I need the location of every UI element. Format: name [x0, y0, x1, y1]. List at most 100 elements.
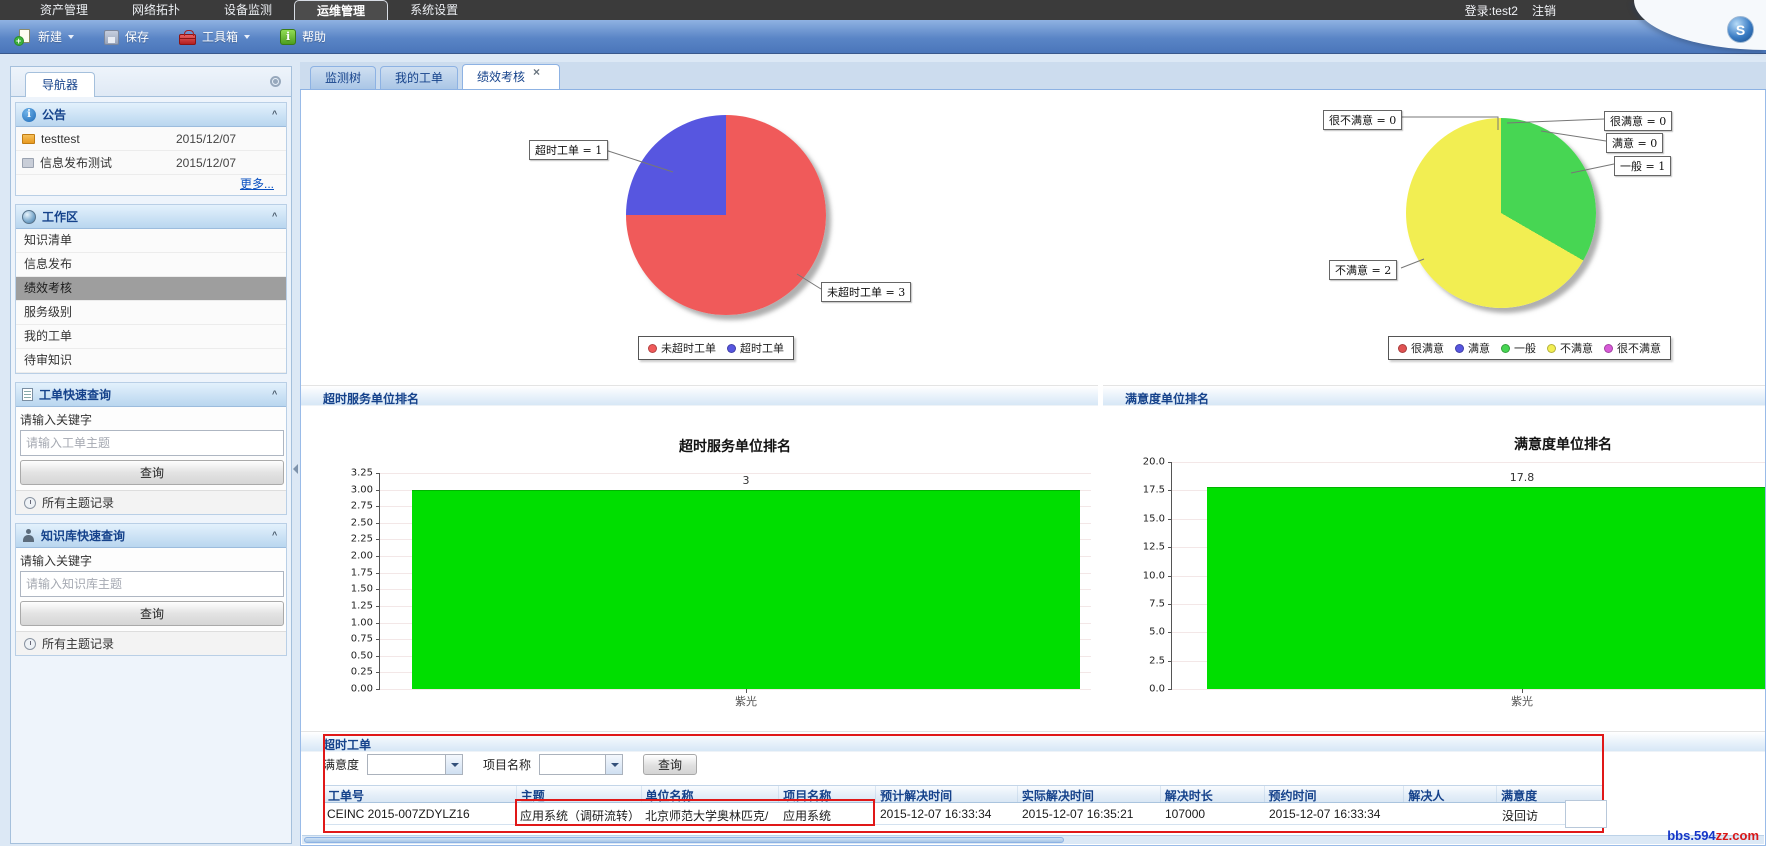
new-button[interactable]: 新建	[14, 28, 74, 46]
workspace-item-绩效考核[interactable]: 绩效考核	[16, 277, 286, 301]
knowledge-search-button[interactable]: 查询	[20, 601, 284, 626]
save-button[interactable]: 保存	[104, 28, 149, 45]
satisfaction-bar-chart-plot[interactable]: 20.017.515.012.510.07.55.02.50.017.8紫光	[1171, 462, 1766, 690]
table-cell: 107000	[1161, 803, 1265, 824]
y-tick-mark	[1168, 519, 1172, 520]
knowledge-search-input[interactable]	[20, 571, 284, 597]
table-row[interactable]: CEINC 2015-007ZDYLZ16应用系统（调研流转）北京师范大学奥林匹…	[323, 803, 1604, 825]
login-user-label: 登录:test2	[1465, 2, 1518, 19]
gear-icon[interactable]	[270, 76, 281, 87]
bar-紫光[interactable]	[1207, 487, 1766, 689]
order-search-keyword-label: 请输入关键字	[16, 407, 286, 429]
workspace-header[interactable]: 工作区	[16, 205, 286, 229]
table-cell: 2015-12-07 16:33:34	[1265, 803, 1405, 824]
legend-dot	[1547, 344, 1556, 353]
combo-dropdown-icon[interactable]	[605, 755, 622, 774]
menu-item[interactable]: 系统设置	[388, 0, 480, 20]
column-header-实际解决时间[interactable]: 实际解决时间	[1018, 786, 1161, 802]
y-tick-label: 7.5	[1149, 598, 1165, 609]
combo-dropdown-icon[interactable]	[445, 755, 462, 774]
help-button[interactable]: 帮助	[280, 28, 326, 45]
menu-item[interactable]: 运维管理	[294, 0, 388, 20]
order-search-header[interactable]: 工单快速查询	[16, 383, 286, 407]
navigator-body: 公告 testtest2015/12/07信息发布测试2015/12/07 更多…	[11, 97, 291, 669]
more-link[interactable]: 更多...	[240, 177, 274, 191]
workspace-item-服务级别[interactable]: 服务级别	[16, 301, 286, 325]
app-screen: 资产管理网络拓扑设备监测运维管理系统设置 登录:test2 注销 S 新建 保存…	[0, 0, 1766, 846]
workspace-item-我的工单[interactable]: 我的工单	[16, 325, 286, 349]
person-icon	[22, 529, 35, 542]
horizontal-scrollbar[interactable]	[302, 835, 1764, 844]
y-tick-mark	[376, 689, 380, 690]
workspace-item-知识清单[interactable]: 知识清单	[16, 229, 286, 253]
y-tick-mark	[376, 506, 380, 507]
y-tick-mark	[376, 656, 380, 657]
scrollbar-thumb[interactable]	[304, 837, 1064, 843]
announcement-row[interactable]: testtest2015/12/07	[16, 127, 286, 151]
y-tick-mark	[376, 639, 380, 640]
browser-logo-icon[interactable]: S	[1727, 16, 1754, 43]
y-tick-label: 0.0	[1149, 684, 1165, 695]
column-header-解决时长[interactable]: 解决时长	[1161, 786, 1265, 802]
gridline	[1172, 689, 1766, 690]
announcements-header[interactable]: 公告	[16, 103, 286, 127]
menu-item[interactable]: 资产管理	[18, 0, 110, 20]
workspace-header-label: 工作区	[42, 208, 266, 225]
collapse-chevron-icon[interactable]	[272, 391, 280, 399]
save-floppy-icon	[104, 30, 119, 45]
announcement-row[interactable]: 信息发布测试2015/12/07	[16, 151, 286, 175]
column-header-主题[interactable]: 主题	[517, 786, 642, 802]
collapse-chevron-icon[interactable]	[272, 532, 280, 540]
announcements-section: 公告 testtest2015/12/07信息发布测试2015/12/07 更多…	[15, 102, 287, 196]
workspace-item-信息发布[interactable]: 信息发布	[16, 253, 286, 277]
logout-link[interactable]: 注销	[1532, 2, 1556, 19]
column-header-项目名称[interactable]: 项目名称	[779, 786, 876, 802]
tab-我的工单[interactable]: 我的工单	[380, 66, 458, 89]
knowledge-search-header[interactable]: 知识库快速查询	[16, 524, 286, 548]
y-tick-label: 17.5	[1143, 485, 1165, 496]
overtime-orders-pie-chart[interactable]	[626, 115, 826, 315]
legend-dot	[1604, 344, 1613, 353]
order-search-button[interactable]: 查询	[20, 460, 284, 485]
column-header-预计解决时间[interactable]: 预计解决时间	[876, 786, 1018, 802]
collapse-chevron-icon[interactable]	[272, 111, 280, 119]
menu-item[interactable]: 设备监测	[202, 0, 294, 20]
tab-监测树[interactable]: 监测树	[310, 66, 376, 89]
tab-绩效考核[interactable]: 绩效考核	[462, 64, 560, 89]
workspace-list: 知识清单信息发布绩效考核服务级别我的工单待审知识	[16, 229, 286, 373]
column-header-单位名称[interactable]: 单位名称	[642, 786, 780, 802]
y-tick-label: 2.5	[1149, 655, 1165, 666]
announcement-date: 2015/12/07	[176, 156, 280, 170]
project-combobox[interactable]	[539, 754, 623, 775]
y-tick-mark	[1168, 490, 1172, 491]
order-all-records-row[interactable]: 所有主题记录	[16, 490, 286, 514]
menu-item[interactable]: 网络拓扑	[110, 0, 202, 20]
knowledge-all-records-row[interactable]: 所有主题记录	[16, 631, 286, 655]
table-cell	[1405, 803, 1498, 824]
order-all-records-label: 所有主题记录	[42, 494, 114, 511]
column-header-工单号[interactable]: 工单号	[324, 786, 517, 802]
navigator-tab[interactable]: 导航器	[25, 72, 95, 97]
y-tick-label: 2.25	[351, 534, 373, 545]
sidebar-splitter[interactable]	[292, 66, 300, 844]
column-header-解决人[interactable]: 解决人	[1404, 786, 1497, 802]
y-tick-label: 0.00	[351, 684, 373, 695]
order-search-input[interactable]	[20, 430, 284, 456]
legend-entry: 未超时工单	[648, 340, 716, 356]
y-tick-label: 2.75	[351, 501, 373, 512]
overtime-bar-chart-plot[interactable]: 3.253.002.752.502.252.001.751.501.251.00…	[379, 473, 1091, 690]
satisfaction-pie-chart[interactable]	[1406, 118, 1596, 308]
workspace-item-待审知识[interactable]: 待审知识	[16, 349, 286, 373]
satisfaction-cell-editor[interactable]	[1565, 800, 1607, 828]
close-icon[interactable]	[533, 71, 545, 83]
collapse-chevron-icon[interactable]	[272, 213, 280, 221]
announcement-list: testtest2015/12/07信息发布测试2015/12/07	[16, 127, 286, 175]
satisfaction-combobox[interactable]	[367, 754, 463, 775]
overtime-search-button[interactable]: 查询	[643, 754, 697, 775]
legend-dot	[727, 344, 736, 353]
bar-紫光[interactable]	[412, 490, 1080, 689]
y-tick-mark	[376, 672, 380, 673]
column-header-预约时间[interactable]: 预约时间	[1265, 786, 1405, 802]
toolbox-button[interactable]: 工具箱	[179, 28, 250, 45]
collapse-arrow-icon[interactable]	[293, 464, 298, 474]
